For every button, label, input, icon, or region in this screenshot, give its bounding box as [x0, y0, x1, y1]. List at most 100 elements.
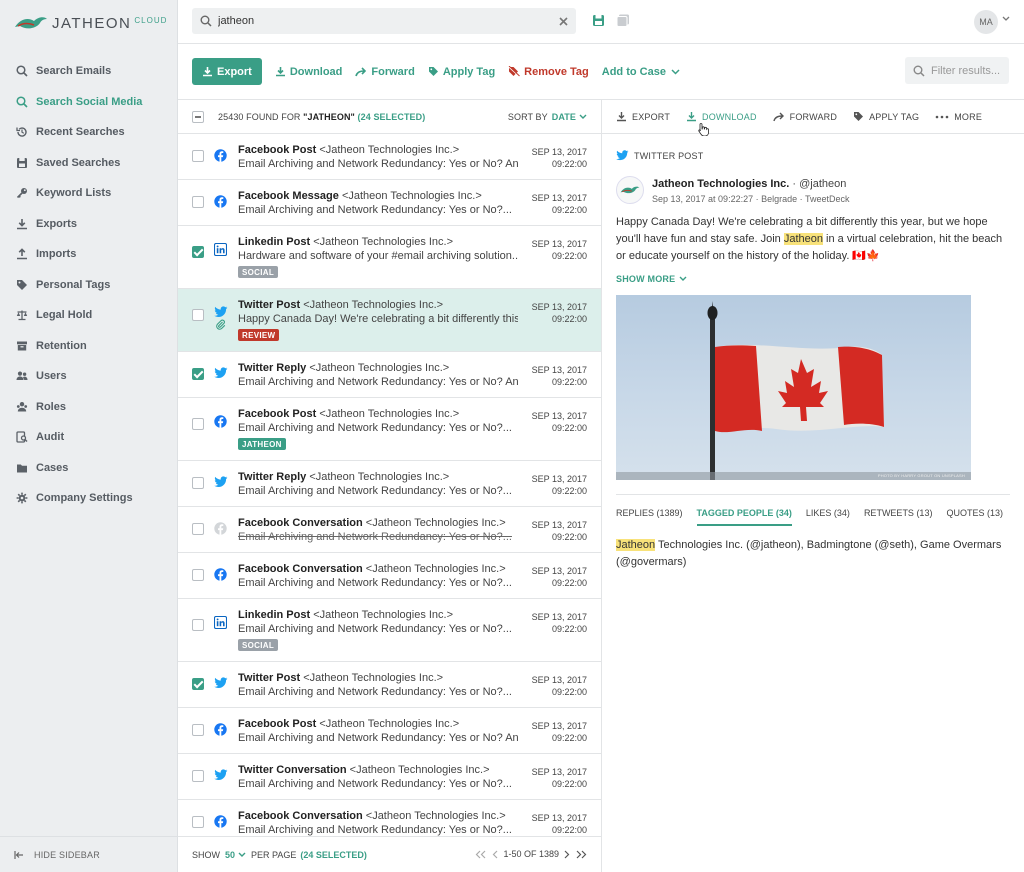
facebook-icon — [214, 415, 227, 428]
prev-page-icon[interactable] — [492, 850, 499, 859]
sidebar-item-users[interactable]: Users — [0, 361, 178, 392]
detail-download-button[interactable]: DOWNLOAD — [686, 111, 757, 122]
row-checkbox[interactable] — [192, 309, 204, 321]
tab-tagged-people[interactable]: TAGGED PEOPLE (34) — [696, 508, 792, 526]
row-date-time: 09:22:00 — [551, 251, 587, 261]
row-checkbox[interactable] — [192, 477, 204, 489]
row-tag-badge[interactable]: REVIEW — [238, 329, 280, 341]
remove-tag-button[interactable]: Remove Tag — [508, 66, 589, 78]
author-display-name[interactable]: Jatheon Technologies Inc. — [652, 178, 789, 190]
table-row[interactable]: Twitter Reply <Jatheon Technologies Inc.… — [178, 461, 601, 507]
row-checkbox[interactable] — [192, 368, 204, 380]
sidebar-item-keyword-lists[interactable]: Keyword Lists — [0, 178, 178, 209]
forward-button[interactable]: Forward — [355, 66, 415, 78]
row-type: Facebook Post — [238, 718, 317, 730]
per-page-select[interactable]: 50 — [225, 850, 235, 860]
table-row[interactable]: Twitter Conversation <Jatheon Technologi… — [178, 754, 601, 800]
linkedin-icon — [213, 242, 228, 257]
row-checkbox[interactable] — [192, 724, 204, 736]
sort-control[interactable]: SORT BY DATE — [508, 112, 587, 122]
save-copy-icon[interactable] — [616, 14, 631, 27]
sidebar-item-label: Exports — [36, 217, 77, 230]
show-more-button[interactable]: SHOW MORE — [616, 274, 687, 284]
row-checkbox[interactable] — [192, 678, 204, 690]
apply-tag-button[interactable]: Apply Tag — [428, 66, 495, 78]
table-row[interactable]: Facebook Post <Jatheon Technologies Inc.… — [178, 708, 601, 754]
sidebar-item-legal-hold[interactable]: Legal Hold — [0, 300, 178, 331]
row-checkbox[interactable] — [192, 196, 204, 208]
chevron-down-icon[interactable] — [238, 852, 246, 858]
sidebar-item-imports[interactable]: Imports — [0, 239, 178, 270]
tab-likes[interactable]: LIKES (34) — [806, 508, 850, 526]
row-tag-badge[interactable]: JATHEON — [238, 438, 286, 450]
sidebar-item-company-settings[interactable]: Company Settings — [0, 483, 178, 514]
save-search-icon[interactable] — [592, 14, 605, 27]
author-avatar[interactable] — [616, 176, 644, 204]
table-row[interactable]: Linkedin Post <Jatheon Technologies Inc.… — [178, 599, 601, 662]
sidebar-item-saved-searches[interactable]: Saved Searches — [0, 148, 178, 179]
detail-more-button[interactable]: MORE — [935, 112, 982, 122]
table-row[interactable]: Twitter Reply <Jatheon Technologies Inc.… — [178, 352, 601, 398]
clear-search-icon[interactable] — [559, 16, 568, 26]
post-image[interactable]: PHOTO BY HARRY GROUT ON UNSPLASH — [616, 295, 971, 480]
sidebar-item-retention[interactable]: Retention — [0, 331, 178, 362]
row-checkbox[interactable] — [192, 150, 204, 162]
detail-forward-button[interactable]: FORWARD — [772, 112, 837, 122]
table-row[interactable]: Linkedin Post <Jatheon Technologies Inc.… — [178, 226, 601, 289]
hide-sidebar-button[interactable]: HIDE SIDEBAR — [0, 836, 178, 872]
tab-retweets[interactable]: RETWEETS (13) — [864, 508, 933, 526]
row-type: Twitter Conversation — [238, 764, 347, 776]
table-row[interactable]: Facebook Post <Jatheon Technologies Inc.… — [178, 398, 601, 461]
row-checkbox[interactable] — [192, 816, 204, 828]
row-checkbox[interactable] — [192, 523, 204, 535]
sidebar-item-label: Audit — [36, 431, 65, 444]
tag-icon — [428, 67, 438, 76]
tab-quotes[interactable]: QUOTES (13) — [946, 508, 1003, 526]
sidebar-item-recent-searches[interactable]: Recent Searches — [0, 117, 178, 148]
sidebar-item-cases[interactable]: Cases — [0, 453, 178, 484]
next-page-icon[interactable] — [563, 850, 570, 859]
tab-replies[interactable]: REPLIES (1389) — [616, 508, 683, 526]
download-label: Download — [289, 65, 343, 78]
row-date: SEP 13, 2017 09:22:00 — [532, 192, 587, 216]
search-input[interactable] — [218, 15, 559, 27]
avatar[interactable]: MA — [974, 10, 998, 34]
row-tag-badge[interactable]: SOCIAL — [238, 639, 279, 651]
table-row[interactable]: Twitter Post <Jatheon Technologies Inc.>… — [178, 289, 601, 352]
table-row[interactable]: Facebook Conversation <Jatheon Technolog… — [178, 507, 601, 553]
first-page-icon[interactable] — [475, 850, 486, 859]
add-to-case-button[interactable]: Add to Case — [602, 66, 680, 78]
table-row[interactable]: Facebook Conversation <Jatheon Technolog… — [178, 553, 601, 599]
sidebar-item-search-social-media[interactable]: Search Social Media — [0, 87, 178, 118]
sidebar-item-search-emails[interactable]: Search Emails — [0, 56, 178, 87]
table-row[interactable]: Facebook Message <Jatheon Technologies I… — [178, 180, 601, 226]
table-row[interactable]: Facebook Conversation <Jatheon Technolog… — [178, 800, 601, 836]
sidebar-item-audit[interactable]: Audit — [0, 422, 178, 453]
table-row[interactable]: Twitter Post <Jatheon Technologies Inc.>… — [178, 662, 601, 708]
chevron-down-icon[interactable] — [1002, 16, 1010, 22]
search-highlight: Jatheon — [783, 233, 823, 245]
sidebar-item-personal-tags[interactable]: Personal Tags — [0, 270, 178, 301]
row-checkbox[interactable] — [192, 619, 204, 631]
download-button[interactable]: Download — [275, 65, 343, 78]
post-text: Happy Canada Day! We're celebrating a bi… — [616, 214, 1012, 265]
table-row[interactable]: Facebook Post <Jatheon Technologies Inc.… — [178, 134, 601, 180]
filter-input[interactable] — [931, 64, 1001, 77]
last-page-icon[interactable] — [576, 850, 587, 859]
row-checkbox[interactable] — [192, 418, 204, 430]
tagged-people-list[interactable]: Technologies Inc. (@jatheon), Badmington… — [616, 539, 1001, 568]
row-checkbox[interactable] — [192, 246, 204, 258]
row-preview: Email Archiving and Network Redundancy: … — [238, 623, 512, 635]
row-checkbox[interactable] — [192, 569, 204, 581]
row-checkbox[interactable] — [192, 770, 204, 782]
detail-apply-tag-button[interactable]: APPLY TAG — [853, 111, 919, 122]
row-tag-badge[interactable]: SOCIAL — [238, 266, 279, 278]
export-button[interactable]: Export — [192, 58, 262, 85]
select-all-checkbox[interactable] — [192, 110, 204, 123]
row-title: Twitter Post <Jatheon Technologies Inc.> — [238, 299, 443, 311]
sidebar-item-roles[interactable]: Roles — [0, 392, 178, 423]
export-icon — [17, 218, 27, 230]
sidebar-item-exports[interactable]: Exports — [0, 209, 178, 240]
detail-export-button[interactable]: EXPORT — [616, 111, 670, 122]
logo[interactable]: JATHEON CLOUD — [14, 10, 167, 36]
